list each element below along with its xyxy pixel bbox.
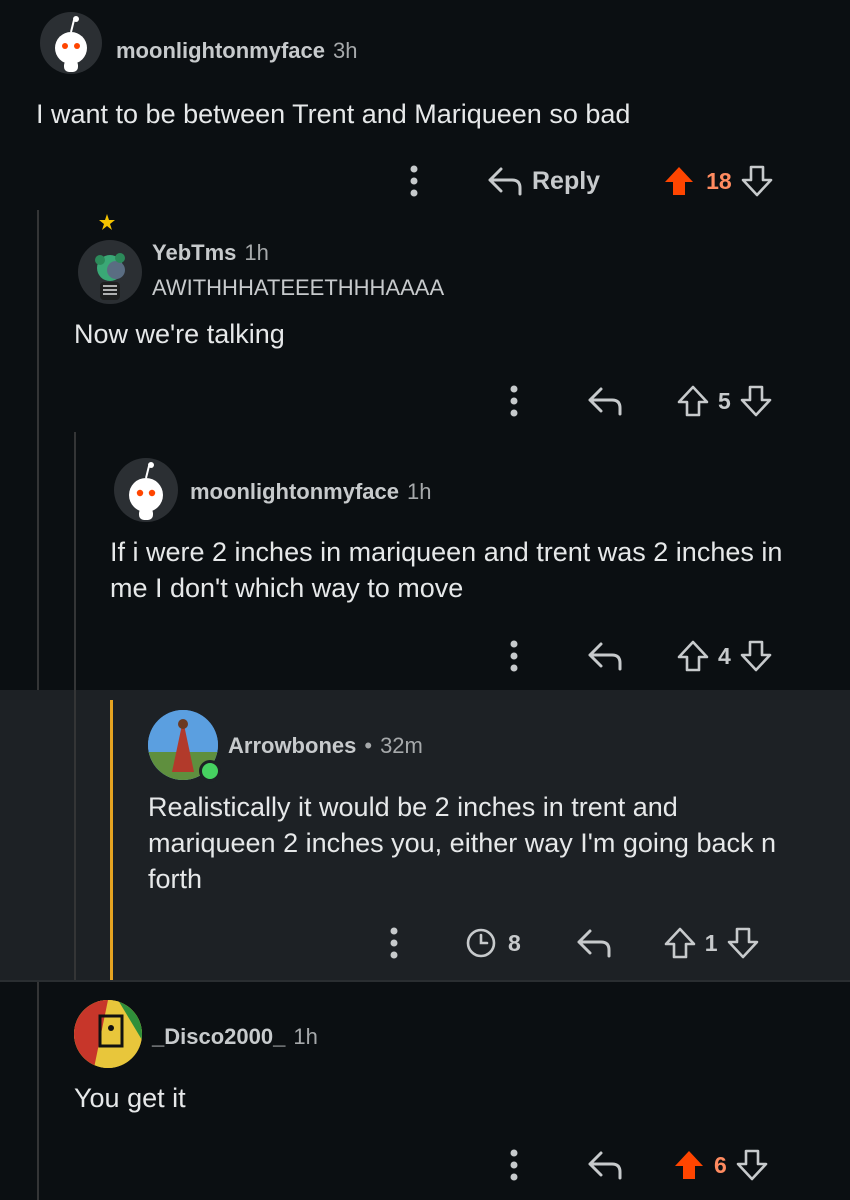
upvote-arrow-icon[interactable]	[672, 1148, 706, 1182]
online-status-indicator	[199, 760, 221, 782]
vote-count: 1	[704, 929, 718, 956]
new-comment-indicator	[110, 700, 113, 980]
upvote-arrow-icon[interactable]	[676, 384, 710, 418]
avatar[interactable]	[114, 458, 178, 522]
star-icon	[98, 213, 116, 236]
reply-arrow-icon[interactable]	[486, 164, 524, 198]
avatar[interactable]	[78, 240, 142, 304]
user-flair: AWITHHHATEEETHHHAAAA	[152, 275, 445, 300]
timestamp: 32m	[380, 733, 423, 758]
reply-arrow-icon[interactable]	[575, 926, 613, 960]
timestamp: 1h	[244, 240, 269, 265]
comment-actions: 6	[500, 1144, 769, 1186]
comment-body: If i were 2 inches in mariqueen and tren…	[110, 537, 783, 603]
comment-body: You get it	[74, 1083, 186, 1113]
more-vertical-icon[interactable]	[500, 381, 528, 421]
snoo-avatar-icon	[55, 16, 87, 72]
timestamp: 1h	[293, 1024, 318, 1049]
upvote-arrow-icon[interactable]	[676, 639, 710, 673]
reply-button[interactable]: Reply	[532, 167, 600, 196]
vote-count: 18	[706, 167, 732, 194]
downvote-arrow-icon[interactable]	[726, 926, 760, 960]
upvote-arrow-icon[interactable]	[663, 926, 697, 960]
snoo-avatar-icon	[129, 462, 163, 520]
avatar[interactable]	[40, 12, 102, 74]
avatar[interactable]	[74, 1000, 142, 1068]
comment-actions: 5	[500, 380, 773, 422]
timestamp: 3h	[333, 38, 358, 63]
downvote-arrow-icon[interactable]	[735, 1148, 769, 1182]
username[interactable]: YebTms 1h	[152, 240, 269, 266]
award-clock-icon[interactable]	[464, 926, 498, 960]
tree-snoo-avatar-icon	[95, 253, 125, 300]
more-vertical-icon[interactable]	[400, 161, 428, 201]
vote-count: 4	[718, 642, 731, 669]
more-vertical-icon[interactable]	[500, 636, 528, 676]
separator: •	[364, 733, 373, 758]
comment-body: Realistically it would be 2 inches in tr…	[148, 792, 777, 894]
more-vertical-icon[interactable]	[380, 923, 408, 963]
downvote-arrow-icon[interactable]	[739, 384, 773, 418]
comment-divider	[0, 980, 850, 982]
downvote-arrow-icon[interactable]	[740, 164, 774, 198]
comment-actions: Reply 18	[400, 160, 774, 202]
award-count: 8	[508, 929, 521, 956]
vote-count: 5	[718, 387, 731, 414]
username[interactable]: moonlightonmyface 1h	[190, 479, 432, 505]
vote-count: 6	[714, 1151, 727, 1178]
reply-arrow-icon[interactable]	[586, 639, 624, 673]
upvote-arrow-icon[interactable]	[662, 164, 696, 198]
username[interactable]: moonlightonmyface 3h	[116, 38, 358, 64]
more-vertical-icon[interactable]	[500, 1145, 528, 1185]
reply-arrow-icon[interactable]	[586, 384, 624, 418]
comment-body: Now we're talking	[74, 319, 285, 349]
thread-line-level-2[interactable]	[74, 432, 76, 980]
username[interactable]: Arrowbones • 32m	[228, 733, 423, 759]
downvote-arrow-icon[interactable]	[739, 639, 773, 673]
username[interactable]: _Disco2000_ 1h	[152, 1024, 318, 1050]
reply-arrow-icon[interactable]	[586, 1148, 624, 1182]
comment-body: I want to be between Trent and Mariqueen…	[36, 99, 631, 129]
comment-actions: 8 1	[380, 922, 760, 964]
comment-actions: 4	[500, 635, 773, 677]
abstract-art-avatar-icon	[74, 1000, 142, 1068]
timestamp: 1h	[407, 479, 432, 504]
